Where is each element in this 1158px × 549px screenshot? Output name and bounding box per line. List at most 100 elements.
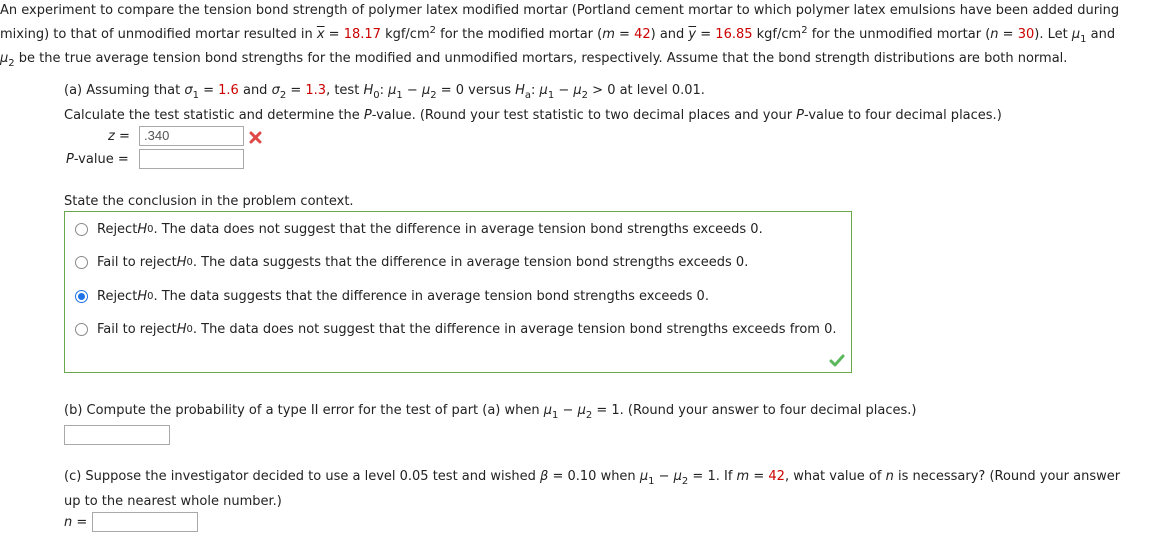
text: ). Let: [1034, 27, 1072, 42]
n-input[interactable]: [92, 512, 198, 532]
text: =: [998, 27, 1018, 42]
text: Reject: [97, 289, 138, 304]
text: (a) Assuming that: [64, 83, 185, 98]
m-value: 42: [768, 469, 785, 484]
text: for the unmodified mortar (: [807, 27, 991, 42]
conclusion-choices: Reject H0. The data does not suggest tha…: [64, 211, 852, 373]
text: and: [1086, 27, 1116, 42]
part-b-question: (b) Compute the probability of a type II…: [64, 403, 917, 421]
part-c-question-cont: up to the nearest whole number.): [64, 494, 282, 509]
text: kgf/cm: [380, 27, 430, 42]
part-c-question: (c) Suppose the investigator decided to …: [64, 469, 1121, 487]
text: =: [749, 469, 769, 484]
text: = 0.10 when: [548, 469, 640, 484]
text: n: [64, 515, 73, 530]
n-symbol: n: [990, 27, 999, 42]
intro-line-1: An experiment to compare the tension bon…: [0, 3, 1120, 18]
text: and: [238, 83, 272, 98]
type-ii-error-input[interactable]: [64, 425, 170, 445]
radio-button[interactable]: [75, 323, 88, 336]
text: =: [114, 129, 130, 144]
part-a-instructions: Calculate the test statistic and determi…: [64, 108, 1002, 123]
text: P: [363, 108, 372, 123]
text: −: [554, 83, 574, 98]
text: . The data suggests that the difference …: [192, 255, 749, 270]
text: n: [885, 469, 894, 484]
text: for the modified mortar (: [436, 27, 603, 42]
conclusion-prompt: State the conclusion in the problem cont…: [64, 194, 354, 209]
text: H: [137, 289, 148, 304]
text: , what value of: [784, 469, 886, 484]
text: −: [654, 469, 674, 484]
text: > 0 at level 0.01.: [588, 83, 705, 98]
sigma-symbol: σ: [184, 83, 193, 98]
text: =: [72, 515, 88, 530]
n-label: n =: [64, 515, 87, 530]
text: z: [108, 129, 115, 144]
radio-button[interactable]: [75, 223, 88, 236]
text: kgf/cm: [752, 27, 802, 42]
text: . The data does not suggest that the dif…: [153, 222, 763, 237]
z-input[interactable]: .340: [139, 126, 244, 146]
radio-button[interactable]: [75, 256, 88, 269]
text: H: [137, 222, 148, 237]
m-value: 42: [634, 27, 651, 42]
y-bar-value: 16.85: [715, 27, 753, 42]
text: =: [614, 27, 635, 42]
text: μ: [577, 403, 586, 418]
sigma2-value: 1.3: [305, 83, 327, 98]
m-symbol: m: [602, 27, 615, 42]
x-bar-value: 18.17: [343, 27, 381, 42]
text: (b) Compute the probability of a type II…: [64, 403, 544, 418]
text: μ: [639, 469, 649, 484]
wrong-x-icon: [249, 131, 262, 144]
n-value: 30: [1017, 27, 1035, 42]
p-value-input[interactable]: [139, 149, 244, 169]
text: -value =: [73, 152, 129, 167]
text: Fail to reject: [97, 255, 177, 270]
text: H: [176, 322, 187, 337]
text: Reject: [97, 222, 138, 237]
text: = 1. If: [688, 469, 737, 484]
sigma-symbol: σ: [271, 83, 280, 98]
text: (c) Suppose the investigator decided to …: [64, 469, 541, 484]
h-symbol: H: [363, 83, 374, 98]
text: . The data does not suggest that the dif…: [192, 322, 837, 337]
choice-option-2[interactable]: Fail to reject H0. The data suggests tha…: [75, 255, 748, 270]
text: P: [796, 108, 805, 123]
text: . The data suggests that the difference …: [153, 289, 709, 304]
x-bar-symbol: x: [316, 27, 325, 42]
mu-symbol: μ: [1071, 27, 1081, 42]
text: -value. (Round your test statistic to tw…: [371, 108, 797, 123]
sigma1-value: 1.6: [218, 83, 239, 98]
text: =: [198, 83, 219, 98]
text: be the true average tension bond strengt…: [14, 51, 1068, 66]
text: , test: [326, 83, 364, 98]
text: −: [402, 83, 422, 98]
intro-line-2: mixing) to that of unmodified mortar res…: [0, 26, 1116, 45]
mu-symbol: μ: [573, 83, 582, 98]
radio-button-selected[interactable]: [75, 290, 88, 303]
choice-option-4[interactable]: Fail to reject H0. The data does not sug…: [75, 322, 836, 337]
p-value-label: P-value =: [66, 152, 129, 167]
text: = 0 versus: [436, 83, 516, 98]
choice-option-3[interactable]: Reject H0. The data suggests that the di…: [75, 289, 709, 304]
text: is necessary? (Round your answer: [893, 469, 1121, 484]
text: P: [66, 152, 74, 167]
text: =: [324, 27, 344, 42]
part-a-question: (a) Assuming that σ1 = 1.6 and σ2 = 1.3,…: [64, 83, 705, 101]
text: =: [286, 83, 306, 98]
h-symbol: H: [515, 83, 525, 98]
text: -value to four decimal places.): [804, 108, 1002, 123]
choice-option-1[interactable]: Reject H0. The data does not suggest tha…: [75, 222, 763, 237]
y-bar-symbol: y: [688, 27, 697, 42]
text: :: [379, 83, 389, 98]
text: μ: [673, 469, 682, 484]
text: Calculate the test statistic and determi…: [64, 108, 364, 123]
text: = 1. (Round your answer to four decimal …: [592, 403, 917, 418]
text: μ: [543, 403, 553, 418]
text: m: [736, 469, 750, 484]
text: ) and: [650, 27, 689, 42]
text: H: [176, 255, 187, 270]
text: =: [696, 27, 716, 42]
